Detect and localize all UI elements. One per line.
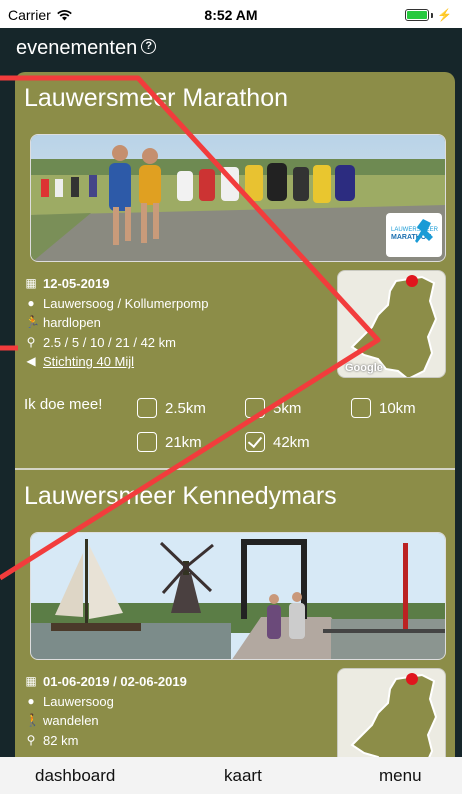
event-date: 01-06-2019 / 02-06-2019 [43,674,187,689]
photo-badge-line1: LAUWERSMEER [391,227,439,233]
charging-icon: ⚡ [437,8,452,22]
event-title: Lauwersmeer Marathon [24,84,289,112]
organizer-link[interactable]: Stichting 40 Mijl [43,352,134,372]
event-activity: hardlopen [43,315,101,330]
clock: 8:52 AM [204,7,258,23]
walker-icon: 🚶 [25,713,40,727]
event-title: Lauwersmeer Kennedymars [24,482,337,510]
distance-option-10km[interactable]: 10km [351,398,416,418]
event-map-thumbnail[interactable]: Google [337,270,446,378]
battery-icon: ⚡ [405,8,452,22]
option-label: 42km [273,433,310,451]
event-meta: ▦ 01-06-2019 / 02-06-2019 ● Lauwersoog 🚶 wa… [25,672,187,750]
help-icon[interactable]: ? [141,39,157,54]
distance-option-5km[interactable]: 5km [245,398,301,418]
distance-option-42km[interactable]: 42km [245,432,310,452]
participation-label: Ik doe mee! [24,396,103,413]
event-photo[interactable] [30,532,446,660]
event-location: Lauwersoog [43,693,114,709]
event-distances: 2.5 / 5 / 10 / 21 / 42 km [43,334,176,350]
megaphone-icon: ◀ [26,354,36,368]
page-title-text: evenementen [16,37,138,59]
event-map-thumbnail[interactable] [337,668,446,758]
tab-map[interactable]: kaart [224,766,262,786]
event-meta: ▦ 12-05-2019 ● Lauwersoog / Kollumerpomp 🏃… [25,274,208,372]
distance-option-21km[interactable]: 21km [137,432,202,452]
checkbox-10km[interactable] [351,398,371,418]
checkbox-42km[interactable] [245,432,265,452]
tab-bar: dashboard kaart menu [0,757,462,794]
event-info: ▦ 12-05-2019 ● Lauwersoog / Kollumerpomp 🏃… [15,262,455,392]
tab-menu[interactable]: menu [379,766,422,786]
checkbox-5km[interactable] [245,398,265,418]
event-distances: 82 km [43,732,79,748]
distance-option-2-5km[interactable]: 2.5km [137,398,206,418]
calendar-icon: ▦ [25,276,37,290]
event-card[interactable]: Lauwersmeer Kennedymars ▦ 01-06-2019 / 0… [15,470,455,758]
runner-icon: 🏃 [25,315,40,329]
event-card[interactable]: Lauwersmeer Marathon LAUWERSMEER MARATHO… [15,72,455,470]
option-label: 21km [165,433,202,451]
page-title: evenementen? [16,37,157,60]
map-attribution: Google [345,362,383,374]
checkbox-21km[interactable] [137,432,157,452]
event-photo[interactable]: LAUWERSMEER MARATHON [30,134,446,262]
event-info: ▦ 01-06-2019 / 02-06-2019 ● Lauwersoog 🚶 wa… [15,660,455,758]
distance-icon: ⚲ [26,334,36,349]
participation-section: Ik doe mee! 2.5km 5km 10km 21km 42km [15,392,455,464]
event-list[interactable]: Lauwersmeer Marathon LAUWERSMEER MARATHO… [15,72,455,758]
tab-dashboard[interactable]: dashboard [35,766,115,786]
location-pin-icon: ● [27,693,35,708]
status-bar: Carrier 8:52 AM ⚡ [0,0,462,28]
option-label: 10km [379,399,416,417]
location-pin-icon: ● [27,295,35,310]
option-label: 5km [273,399,302,417]
app-header: evenementen? [0,28,462,68]
checkbox-2-5km[interactable] [137,398,157,418]
event-date: 12-05-2019 [43,276,110,291]
calendar-icon: ▦ [25,674,37,688]
option-label: 2.5km [165,399,206,417]
event-location: Lauwersoog / Kollumerpomp [43,295,209,311]
event-activity: wandelen [43,713,99,728]
distance-icon: ⚲ [26,732,36,747]
